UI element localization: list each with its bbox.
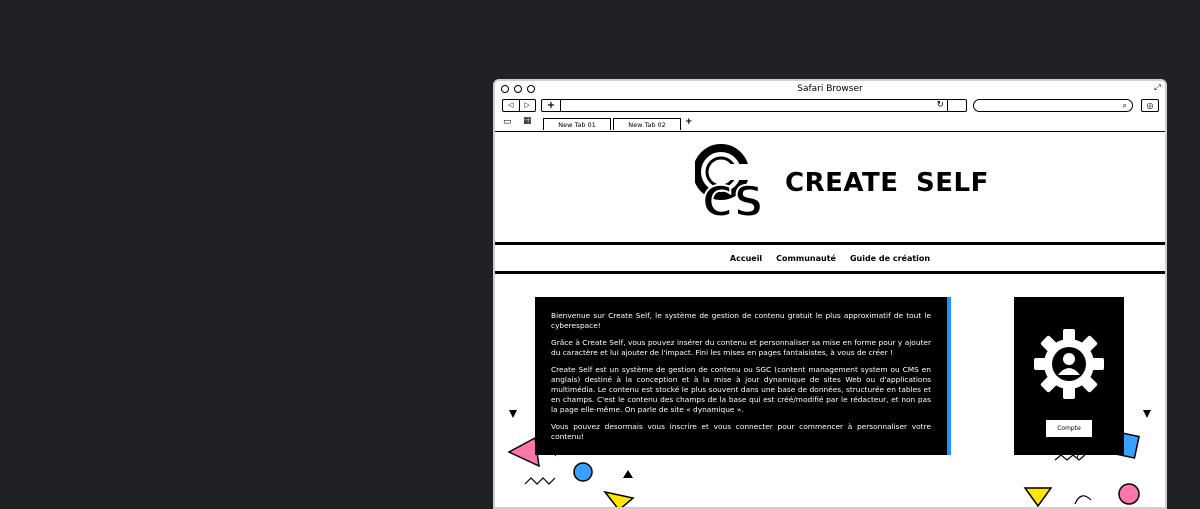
logo-monogram: CS [702, 177, 764, 224]
user-gear-icon [1034, 329, 1104, 399]
bookmarks-icon[interactable]: ▭ [503, 117, 512, 127]
nav-link-communaute[interactable]: Communauté [776, 254, 836, 263]
site-logo[interactable]: CS [695, 142, 765, 224]
intro-paragraph: Bienvenue sur Create Self, le système de… [551, 311, 931, 330]
intro-text-box: Bienvenue sur Create Self, le système de… [535, 297, 951, 455]
circle-shape [1118, 483, 1140, 505]
search-icon[interactable]: ⌕ [1123, 100, 1127, 111]
triangle-shape [509, 410, 517, 418]
triangle-shape [1023, 487, 1053, 507]
triangle-shape [623, 470, 633, 478]
nav-link-accueil[interactable]: Accueil [730, 254, 762, 263]
site-nav: Accueil Communauté Guide de création [495, 245, 1165, 274]
site-brand[interactable]: CREATE SELF [785, 168, 989, 198]
forward-button[interactable]: ▷ [520, 100, 536, 111]
intro-paragraph: Vous pouvez desormais vous inscrire et v… [551, 422, 931, 441]
main-content: Bienvenue sur Create Self, le système de… [495, 274, 1165, 507]
back-button[interactable]: ◁ [503, 100, 520, 111]
triangle-shape [1143, 410, 1151, 418]
new-tab-button[interactable]: + [542, 100, 561, 111]
site-header: CS CREATE SELF [495, 132, 1165, 245]
intro-paragraph: Grâce à Create Self, vous pouvez insérer… [551, 338, 931, 357]
expand-icon[interactable]: ⤢ [1153, 83, 1162, 92]
address-bar[interactable]: + ↻ [541, 99, 967, 112]
history-buttons: ◁ ▷ [502, 99, 536, 112]
browser-window: Safari Browser ⤢ ◁ ▷ + ↻ ⌕ ◎ ▭ ▦ New Tab… [493, 79, 1167, 509]
intro-paragraph: Create Self est un système de gestion de… [551, 365, 931, 414]
account-panel: Compte [1014, 297, 1124, 455]
tab-bar: ▭ ▦ New Tab 01 New Tab 02 + [495, 116, 1165, 130]
zigzag-shape [524, 477, 556, 485]
grid-icon[interactable]: ▦ [523, 116, 532, 126]
account-button[interactable]: Compte [1046, 420, 1092, 437]
circle-shape [573, 462, 593, 482]
address-bar-segment[interactable] [947, 100, 966, 111]
nav-link-guide[interactable]: Guide de création [850, 254, 930, 263]
zigzag-shape [1054, 454, 1086, 461]
web-page: CS CREATE SELF Accueil Communauté Guide … [495, 132, 1165, 507]
profile-button[interactable]: ◎ [1141, 99, 1159, 112]
tab-new-tab-02[interactable]: New Tab 02 [613, 118, 681, 130]
add-tab-button[interactable]: + [685, 117, 693, 127]
reload-icon[interactable]: ↻ [936, 100, 944, 111]
browser-chrome: Safari Browser ⤢ ◁ ▷ + ↻ ⌕ ◎ ▭ ▦ New Tab… [495, 81, 1165, 132]
window-title: Safari Browser [797, 84, 863, 94]
search-field[interactable]: ⌕ [973, 99, 1133, 112]
tab-new-tab-01[interactable]: New Tab 01 [543, 118, 611, 130]
